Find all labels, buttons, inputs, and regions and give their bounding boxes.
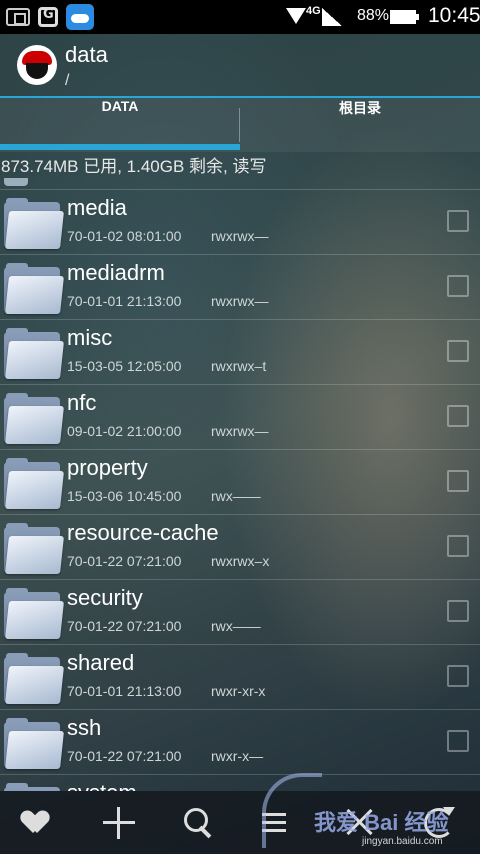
- folder-icon: [4, 393, 64, 445]
- list-item[interactable]: shared 70-01-01 21:13:00 rwxr-xr-x: [0, 644, 480, 709]
- file-name: nfc: [67, 390, 97, 415]
- list-item[interactable]: media 70-01-02 08:01:00 rwxrwx—: [0, 189, 480, 254]
- page-title: data: [65, 42, 108, 67]
- file-name: misc: [67, 325, 113, 350]
- folder-icon: [4, 328, 64, 380]
- folder-icon: [4, 588, 64, 640]
- file-permissions: rwxr-xr-x: [211, 683, 266, 699]
- folder-icon: [4, 198, 64, 250]
- file-permissions: rwxrwx—: [211, 423, 269, 439]
- storage-info: 873.74MB 已用, 1.40GB 剩余, 读写: [1, 157, 267, 176]
- list-item[interactable]: resource-cache 70-01-22 07:21:00 rwxrwx–…: [0, 514, 480, 579]
- status-bar: 4G 88% 10:45: [0, 0, 480, 34]
- file-date: 70-01-22 07:21:00: [67, 553, 182, 569]
- file-date: 70-01-22 07:21:00: [67, 618, 182, 634]
- select-checkbox[interactable]: [447, 665, 469, 687]
- signal-icon: [322, 8, 342, 26]
- file-date: 70-01-22 07:21:00: [67, 748, 182, 764]
- file-name: media: [67, 195, 127, 220]
- folder-icon: [4, 263, 64, 315]
- file-name: shared: [67, 650, 135, 675]
- file-date: 70-01-01 21:13:00: [67, 293, 182, 309]
- file-name: ssh: [67, 715, 102, 740]
- select-checkbox[interactable]: [447, 470, 469, 492]
- file-permissions: rwxrwx–t: [211, 358, 267, 374]
- folder-icon: [4, 783, 62, 791]
- file-date: 70-01-01 21:13:00: [67, 683, 182, 699]
- list-item[interactable]: system: [0, 774, 480, 791]
- clock: 10:45: [428, 4, 480, 27]
- file-permissions: rwx——: [211, 618, 261, 634]
- folder-icon: [4, 523, 64, 575]
- current-path: /: [65, 72, 70, 89]
- folder-icon: [4, 653, 64, 705]
- folder-icon: [4, 178, 28, 186]
- favorite-icon[interactable]: [22, 805, 58, 841]
- bottom-toolbar: [0, 791, 480, 854]
- file-name: mediadrm: [67, 260, 165, 285]
- tab-root-directory[interactable]: 根目录: [240, 98, 480, 152]
- file-permissions: rwxrwx—: [211, 293, 269, 309]
- list-item[interactable]: property 15-03-06 10:45:00 rwx——: [0, 449, 480, 514]
- list-item[interactable]: ssh 70-01-22 07:21:00 rwxr-x—: [0, 709, 480, 774]
- file-permissions: rwxrwx–x: [211, 553, 270, 569]
- select-checkbox[interactable]: [447, 405, 469, 427]
- list-item[interactable]: mediadrm 70-01-01 21:13:00 rwxrwx—: [0, 254, 480, 319]
- file-date: 70-01-02 08:01:00: [67, 228, 182, 244]
- close-icon[interactable]: [342, 805, 378, 841]
- folder-icon: [4, 718, 64, 770]
- select-checkbox[interactable]: [447, 275, 469, 297]
- select-checkbox[interactable]: [447, 210, 469, 232]
- file-list[interactable]: media 70-01-02 08:01:00 rwxrwx— mediadrm…: [0, 189, 480, 791]
- network-type: 4G: [306, 5, 321, 17]
- select-checkbox[interactable]: [447, 535, 469, 557]
- app-header: data /: [0, 34, 480, 96]
- file-permissions: rwxr-x—: [211, 748, 264, 764]
- wifi-icon: [286, 8, 306, 24]
- sort-icon[interactable]: [262, 805, 298, 841]
- file-name: resource-cache: [67, 520, 219, 545]
- file-name: security: [67, 585, 143, 610]
- add-icon[interactable]: [101, 805, 137, 841]
- file-name: property: [67, 455, 148, 480]
- file-date: 15-03-05 12:05:00: [67, 358, 182, 374]
- refresh-icon[interactable]: [421, 805, 457, 841]
- list-item[interactable]: nfc 09-01-02 21:00:00 rwxrwx—: [0, 384, 480, 449]
- screenshot-icon: [6, 8, 30, 26]
- tab-bar: DATA 根目录: [0, 98, 480, 152]
- folder-icon: [4, 458, 64, 510]
- select-checkbox[interactable]: [447, 730, 469, 752]
- search-icon[interactable]: [181, 805, 217, 841]
- select-checkbox[interactable]: [447, 340, 469, 362]
- file-date: 15-03-06 10:45:00: [67, 488, 182, 504]
- file-permissions: rwx——: [211, 488, 261, 504]
- select-checkbox[interactable]: [447, 600, 469, 622]
- battery-percent: 88%: [357, 7, 390, 24]
- tab-selected-indicator: [0, 144, 240, 150]
- list-item[interactable]: security 70-01-22 07:21:00 rwx——: [0, 579, 480, 644]
- app-logo-icon[interactable]: [17, 45, 57, 85]
- file-date: 09-01-02 21:00:00: [67, 423, 182, 439]
- file-permissions: rwxrwx—: [211, 228, 269, 244]
- cloud-icon: [66, 4, 94, 30]
- file-name: system: [67, 780, 137, 791]
- battery-icon: [390, 10, 419, 24]
- shield-g-icon: [38, 7, 58, 27]
- list-item[interactable]: misc 15-03-05 12:05:00 rwxrwx–t: [0, 319, 480, 384]
